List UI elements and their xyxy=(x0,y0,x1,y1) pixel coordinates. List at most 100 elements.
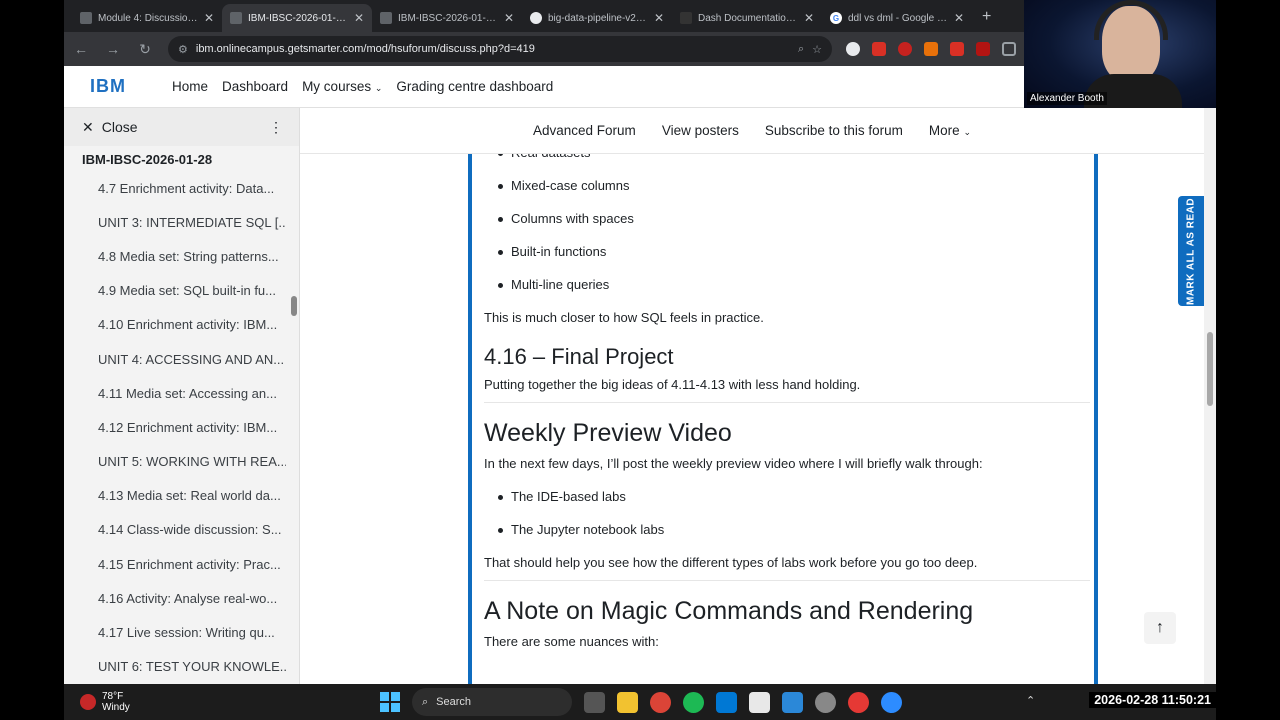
course-index-item[interactable]: 4.16 Activity: Analyse real-wo... xyxy=(64,581,286,615)
github-icon xyxy=(530,12,542,24)
course-index-item[interactable]: 4.8 Media set: String patterns... xyxy=(64,239,286,273)
course-index-item[interactable]: 4.13 Media set: Real world da... xyxy=(64,479,286,513)
course-title[interactable]: IBM-IBSC-2026-01-28 xyxy=(64,146,299,171)
course-index-item[interactable]: 4.7 Enrichment activity: Data... xyxy=(64,171,286,205)
extension-icon[interactable] xyxy=(898,42,912,56)
heading-magic-commands: A Note on Magic Commands and Rendering xyxy=(484,597,974,625)
back-to-top-button[interactable]: ↑ xyxy=(1144,612,1176,644)
address-toolbar: ← → ↻ ⚙ ibm.onlinecampus.getsmarter.com/… xyxy=(64,32,1024,66)
vscode-icon[interactable] xyxy=(716,691,737,713)
reload-icon[interactable]: ↻ xyxy=(136,41,154,58)
course-index-item[interactable]: UNIT 6: TEST YOUR KNOWLE... xyxy=(64,650,286,684)
course-index-item[interactable]: UNIT 3: INTERMEDIATE SQL [... xyxy=(64,205,286,239)
tab-title: IBM-IBSC-2026-01-28: C xyxy=(398,12,498,24)
chevron-down-icon: ⌄ xyxy=(963,127,971,137)
course-index-item[interactable]: 4.12 Enrichment activity: IBM... xyxy=(64,410,286,444)
primary-nav: Home Dashboard My courses ⌄ Grading cent… xyxy=(172,79,553,94)
drawer-scrollbar-thumb[interactable] xyxy=(291,296,297,316)
photos-icon[interactable] xyxy=(782,691,803,713)
url-text: ibm.onlinecampus.getsmarter.com/mod/hsuf… xyxy=(195,43,535,55)
close-tab-icon[interactable]: ✕ xyxy=(204,11,214,25)
todo-icon[interactable] xyxy=(848,691,869,713)
search-label: Search xyxy=(436,696,472,708)
post-body: Real datasets Mixed-case columns Columns… xyxy=(484,154,1090,664)
file-explorer-icon[interactable] xyxy=(617,691,638,713)
back-icon[interactable]: ← xyxy=(72,41,90,57)
tab-title: IBM-IBSC-2026-01-28: C xyxy=(248,12,348,24)
close-tab-icon[interactable]: ✕ xyxy=(804,11,814,25)
more-label: More xyxy=(928,123,960,138)
windows-taskbar: 78°F Windy ⌕ Search ⌃ 2026-02-28 11:50:21 xyxy=(64,684,1216,720)
course-index-item[interactable]: 4.9 Media set: SQL built-in fu... xyxy=(64,274,286,308)
url-bar[interactable]: ⚙ ibm.onlinecampus.getsmarter.com/mod/hs… xyxy=(168,36,832,62)
course-index-item[interactable]: 4.15 Enrichment activity: Prac... xyxy=(64,547,286,581)
divider xyxy=(484,580,1090,581)
divider xyxy=(484,402,1090,403)
nav-home[interactable]: Home xyxy=(172,79,208,94)
extension-icon[interactable] xyxy=(872,42,886,56)
taskbar-search[interactable]: ⌕ Search xyxy=(412,688,572,716)
subscribe-forum-link[interactable]: Subscribe to this forum xyxy=(765,123,903,138)
browser-tab[interactable]: IBM-IBSC-2026-01-28: C ✕ xyxy=(372,4,522,32)
task-view-icon[interactable] xyxy=(584,691,605,713)
course-index-item[interactable]: UNIT 5: WORKING WITH REA... xyxy=(64,445,286,479)
new-tab-button[interactable]: + xyxy=(972,8,1001,32)
profile-icon[interactable] xyxy=(846,42,860,56)
list-item: Real datasets xyxy=(484,154,1090,175)
close-tab-icon[interactable]: ✕ xyxy=(504,11,514,25)
forum-secondary-nav: Advanced Forum View posters Subscribe to… xyxy=(300,108,1204,154)
close-tab-icon[interactable]: ✕ xyxy=(954,11,964,25)
taskbar-apps: ⌕ Search xyxy=(380,688,902,716)
page-scrollbar[interactable] xyxy=(1204,108,1216,684)
paragraph: That should help you see how the differe… xyxy=(484,555,978,570)
ibm-logo[interactable]: IBM xyxy=(64,76,154,97)
weather-temp: 78°F xyxy=(102,691,124,702)
weather-widget[interactable]: 78°F Windy xyxy=(64,691,364,713)
nav-my-courses[interactable]: My courses ⌄ xyxy=(302,79,382,94)
settings-icon[interactable] xyxy=(815,691,836,713)
course-index-item[interactable]: 4.11 Media set: Accessing an... xyxy=(64,376,286,410)
course-index-item[interactable]: 4.14 Class-wide discussion: S... xyxy=(64,513,286,547)
list-item: Multi-line queries xyxy=(484,274,1090,307)
browser-tab-active[interactable]: IBM-IBSC-2026-01-28: C ✕ xyxy=(222,4,372,32)
site-info-icon[interactable]: ⚙ xyxy=(178,43,188,56)
browser-tab[interactable]: Dash Documentation & ✕ xyxy=(672,4,822,32)
more-options-icon[interactable]: ⋮ xyxy=(269,119,283,136)
mark-all-read-button[interactable]: MARK ALL AS READ xyxy=(1178,196,1204,306)
zoom-icon[interactable]: ⌕ xyxy=(798,43,804,56)
extension-icon[interactable] xyxy=(924,42,938,56)
bookmark-star-icon[interactable]: ☆ xyxy=(812,43,822,56)
tray-chevron-icon[interactable]: ⌃ xyxy=(1026,694,1035,707)
browser-tab[interactable]: Module 4: Discussion for ✕ xyxy=(72,4,222,32)
browser-tab[interactable]: Gddl vs dml - Google Sea ✕ xyxy=(822,4,972,32)
heading-weekly-preview: Weekly Preview Video xyxy=(484,419,732,447)
spotify-icon[interactable] xyxy=(683,691,704,713)
page-scrollbar-thumb[interactable] xyxy=(1207,332,1213,406)
forward-icon[interactable]: → xyxy=(104,41,122,57)
paragraph: There are some nuances with: xyxy=(484,634,659,649)
close-tab-icon[interactable]: ✕ xyxy=(354,11,364,25)
chrome-icon[interactable] xyxy=(650,691,671,713)
nav-grading-centre[interactable]: Grading centre dashboard xyxy=(396,79,553,94)
paragraph: In the next few days, I’ll post the week… xyxy=(484,456,983,471)
close-drawer-button[interactable]: ✕ Close xyxy=(82,119,138,136)
course-index-item[interactable]: 4.17 Live session: Writing qu... xyxy=(64,615,286,649)
extension-icon[interactable] xyxy=(950,42,964,56)
list-item: The IDE-based labs xyxy=(484,486,1090,519)
windows-start-icon[interactable] xyxy=(380,692,400,712)
view-posters-link[interactable]: View posters xyxy=(662,123,739,138)
zoom-icon[interactable] xyxy=(881,691,902,713)
course-index-item[interactable]: 4.10 Enrichment activity: IBM... xyxy=(64,308,286,342)
nav-my-courses-label: My courses xyxy=(302,79,372,94)
close-tab-icon[interactable]: ✕ xyxy=(654,11,664,25)
advanced-forum-link[interactable]: Advanced Forum xyxy=(533,123,636,138)
browser-tab[interactable]: big-data-pipeline-v2026 ✕ xyxy=(522,4,672,32)
extension-icon[interactable] xyxy=(976,42,990,56)
slack-icon[interactable] xyxy=(749,691,770,713)
course-index-item[interactable]: UNIT 4: ACCESSING AND AN... xyxy=(64,342,286,376)
nav-dashboard[interactable]: Dashboard xyxy=(222,79,288,94)
more-menu[interactable]: More ⌄ xyxy=(929,123,971,138)
forum-content: Real datasets Mixed-case columns Columns… xyxy=(300,154,1204,684)
puzzle-icon[interactable] xyxy=(1002,42,1016,56)
drawer-scrollbar[interactable] xyxy=(291,148,297,678)
